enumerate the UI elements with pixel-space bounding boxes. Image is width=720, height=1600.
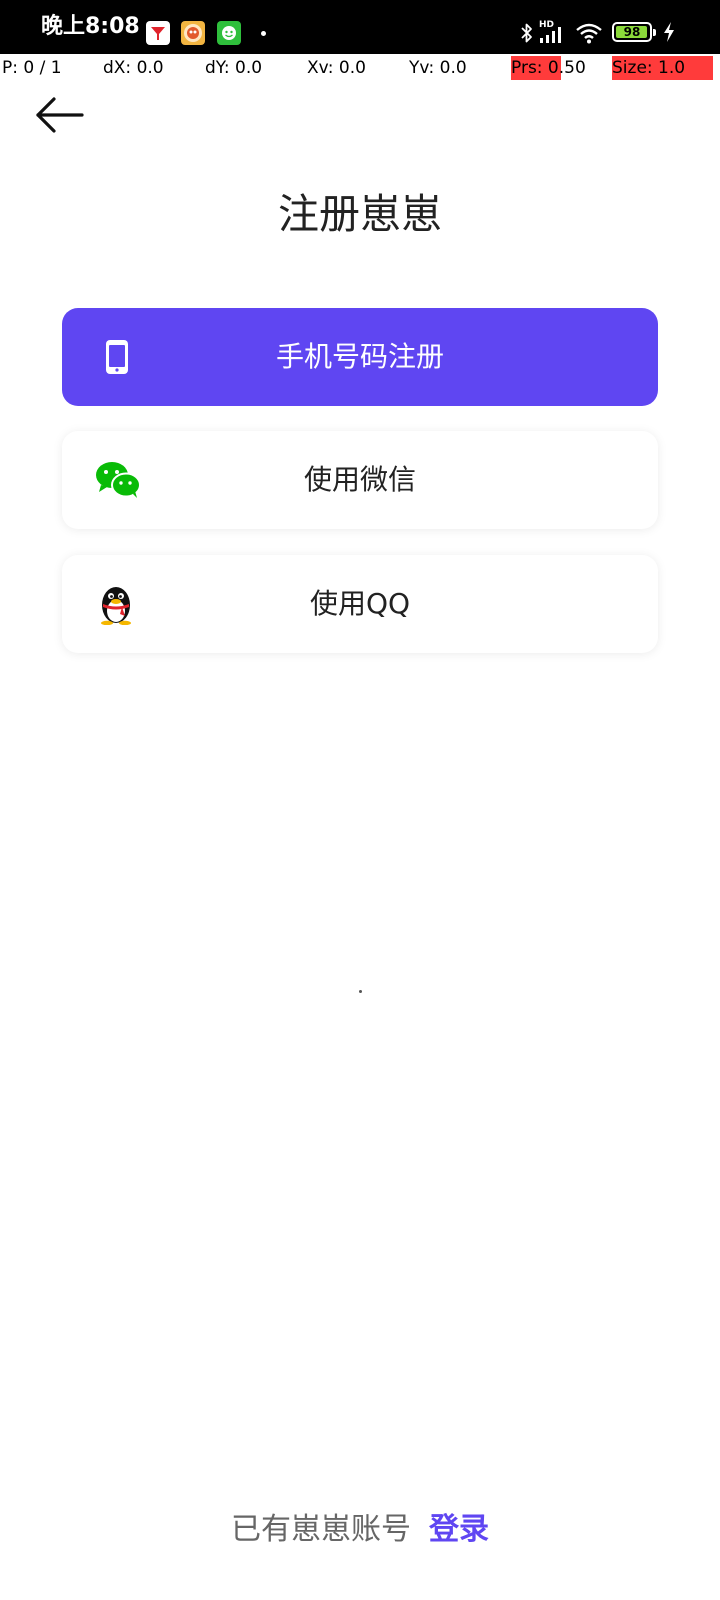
page-title: 注册崽崽 [278,190,442,238]
register-screen: 晚上8:08 HD 98 P: 0 / 1 dX: 0.0 dY: 0.0 Xv… [0,0,720,1600]
debug-yv: Yv: 0.0 [409,58,467,78]
phone-register-label: 手机号码注册 [275,340,444,373]
wechat-notify-icon [217,21,241,45]
phone-register-button[interactable]: 手机号码注册 [62,308,658,406]
arrow-left-icon [36,97,84,133]
wechat-label: 使用微信 [303,463,416,496]
debug-pointer: P: 0 / 1 [2,58,62,78]
back-button[interactable] [30,90,90,140]
login-link[interactable]: 登录 [429,1512,489,1547]
debug-prs: Prs: 0.50 [511,58,586,78]
qq-label: 使用QQ [309,587,411,620]
debug-size: Size: 1.0 [612,58,686,78]
more-notifications-dot [261,31,266,36]
status-icons: HD 98 [520,18,690,46]
toutiao-icon [146,21,170,45]
status-bar: 晚上8:08 HD 98 [0,0,720,54]
battery-level: 98 [623,25,641,39]
game-app-icon [181,21,205,45]
debug-dy: dY: 0.0 [205,58,263,78]
debug-xv: Xv: 0.0 [307,58,366,78]
wifi-icon [576,23,602,44]
has-account-text: 已有崽崽账号 [231,1512,411,1547]
status-time: 晚上8:08 [41,14,140,39]
signal-icon [540,27,561,43]
pointer-location-overlay: P: 0 / 1 dX: 0.0 dY: 0.0 Xv: 0.0 Yv: 0.0… [0,54,720,82]
qq-button[interactable]: 使用QQ [62,555,658,653]
bluetooth-icon [521,23,532,43]
charging-icon [664,22,674,42]
touch-point-dot [359,990,362,993]
battery-icon: 98 [612,22,656,42]
wechat-button[interactable]: 使用微信 [62,431,658,529]
login-prompt: 已有崽崽账号 登录 [0,1508,720,1552]
debug-dx: dX: 0.0 [103,58,164,78]
